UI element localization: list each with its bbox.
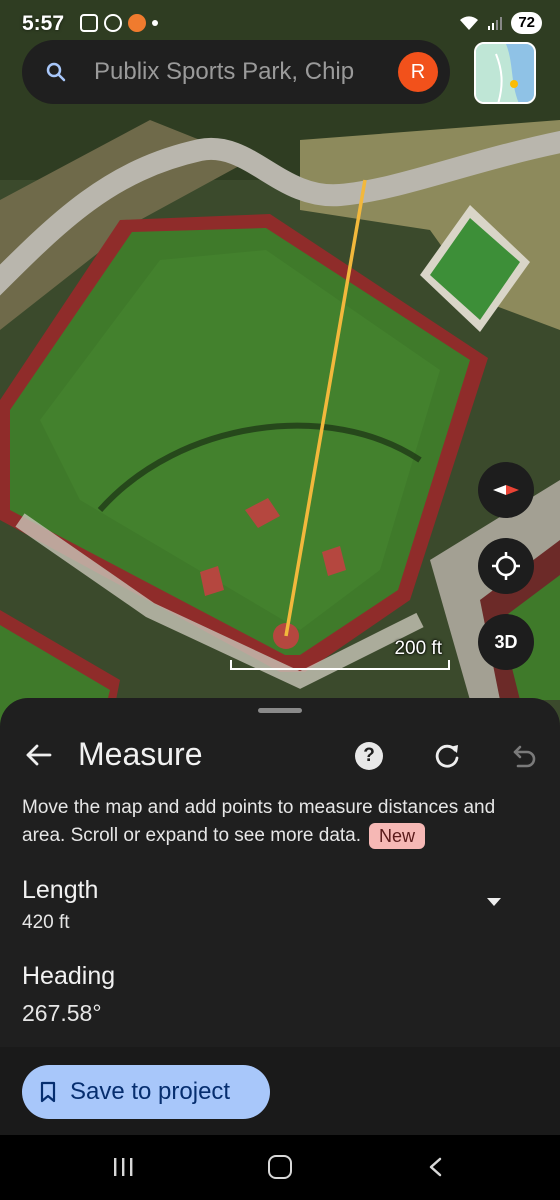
compass-icon [493,485,519,495]
system-nav-bar [0,1135,560,1200]
wifi-icon [460,16,479,30]
search-bar[interactable]: Publix Sports Park, Chip R [22,40,450,104]
save-to-project-button[interactable]: Save to project [22,1065,270,1119]
3d-label: 3D [494,631,518,652]
map-layers-button[interactable] [474,42,536,104]
recorder-icon [128,14,146,32]
nav-back-icon[interactable] [428,1157,442,1177]
my-location-icon [492,552,520,580]
search-icon [46,62,66,82]
threads-icon [104,14,122,32]
measure-description: Move the map and add points to measure d… [22,794,542,850]
account-avatar[interactable]: R [398,52,438,92]
map-scale: 200 ft [230,638,450,672]
battery-indicator: 72 [511,12,542,34]
bookmark-icon [40,1081,56,1103]
scale-bar [230,660,450,670]
system-icons: 72 [459,12,542,34]
recents-icon[interactable] [112,1157,134,1177]
save-action-bar: Save to project [0,1047,560,1135]
screenshot-icon [80,14,98,32]
undo-icon[interactable] [508,741,538,771]
sheet-title: Measure [78,736,203,772]
new-badge: New [369,822,426,849]
expand-dropdown-icon[interactable] [486,896,502,908]
length-value: 420 ft [22,912,70,933]
save-to-project-label: Save to project [70,1078,231,1105]
help-icon[interactable]: ? [355,742,383,770]
back-arrow-icon[interactable] [22,738,56,772]
search-input[interactable]: Publix Sports Park, Chip [94,58,394,88]
length-label: Length [22,876,99,904]
3d-toggle-button[interactable]: 3D [478,614,534,670]
heading-value: 267.58° [22,1000,102,1026]
sheet-drag-handle[interactable] [258,708,302,713]
more-notifications-dot [152,20,158,26]
notification-icons [80,14,158,32]
heading-label: Heading [22,962,116,990]
battery-level: 72 [518,14,535,31]
map-layers-icon [476,44,534,102]
home-icon[interactable] [268,1155,292,1179]
signal-icon [488,17,503,30]
map-view[interactable] [0,0,560,730]
reset-icon[interactable] [432,741,462,771]
status-time: 5:57 [22,12,65,35]
satellite-imagery [0,0,560,730]
my-location-button[interactable] [478,538,534,594]
scale-label: 200 ft [394,638,442,659]
compass-button[interactable] [478,462,534,518]
